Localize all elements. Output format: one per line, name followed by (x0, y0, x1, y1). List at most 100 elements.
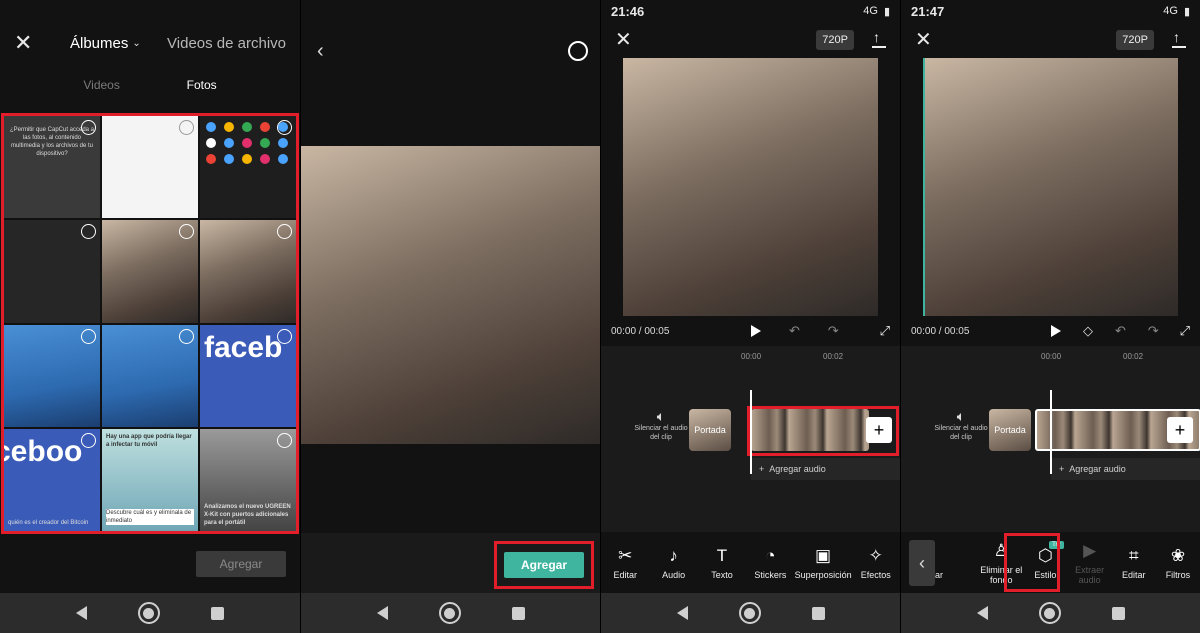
add-button[interactable]: Agregar (196, 551, 286, 577)
photo-grid: ¿Permitir que CapCut acceda a las fotos,… (1, 113, 299, 534)
select-circle-icon[interactable] (277, 432, 292, 448)
redo-icon[interactable]: ↷ (1148, 323, 1159, 339)
tool-texto[interactable]: T Texto (698, 545, 746, 580)
tool-extraer-audio[interactable]: ▶ Extraer audio (1068, 540, 1112, 585)
back-icon[interactable] (676, 606, 688, 620)
select-circle-icon[interactable] (81, 432, 96, 448)
play-icon[interactable] (751, 325, 761, 337)
export-icon[interactable] (872, 29, 886, 48)
photo-thumbnail[interactable] (4, 220, 100, 323)
filters-icon: ❀ (1170, 545, 1186, 565)
editor-top-bar: ✕ 720P (901, 22, 1200, 58)
close-icon[interactable]: ✕ (14, 32, 36, 54)
sticker-icon: ◔ (765, 545, 776, 565)
export-icon[interactable] (1172, 29, 1186, 48)
select-circle-icon[interactable] (568, 41, 588, 61)
resolution-selector[interactable]: 720P (1116, 30, 1154, 50)
status-icons: 4G ▮ (863, 5, 890, 18)
recents-icon[interactable] (1111, 606, 1125, 620)
mute-clip-audio[interactable]: 🔈︎ Silenciar el audio del clip (631, 408, 691, 442)
select-circle-icon[interactable] (81, 224, 96, 240)
tool-efectos[interactable]: ✧ Efectos (852, 546, 900, 580)
tool-editar[interactable]: ⌗ Editar (1112, 546, 1156, 580)
android-nav-bar (601, 593, 900, 633)
text-icon: T (716, 545, 728, 565)
playhead[interactable] (750, 390, 752, 474)
tick-label: 00:02 (823, 352, 844, 361)
photo-thumbnail[interactable] (200, 220, 296, 323)
home-icon[interactable] (738, 602, 761, 624)
tool-stickers[interactable]: ◔ Stickers (746, 545, 794, 580)
tool-audio[interactable]: ♪ Audio (649, 546, 697, 580)
select-circle-icon[interactable] (179, 224, 194, 240)
home-icon[interactable] (438, 602, 461, 624)
photo-thumbnail[interactable] (102, 116, 198, 219)
highlight-box (1004, 533, 1060, 592)
select-circle-icon[interactable] (81, 120, 96, 135)
redo-icon[interactable]: ↷ (828, 323, 839, 339)
photo-thumbnail[interactable]: faceb (200, 324, 296, 427)
highlight-box (747, 406, 899, 456)
cover-thumbnail[interactable]: Portada (689, 409, 731, 451)
select-circle-icon[interactable] (277, 328, 292, 344)
album-picker-screen: ✕ Álbumes ⌄ Videos de archivo Videos Fot… (0, 0, 300, 633)
back-icon[interactable] (75, 606, 87, 620)
back-icon[interactable] (976, 606, 988, 620)
photo-thumbnail[interactable] (200, 116, 296, 219)
add-audio-label: Agregar audio (1069, 464, 1126, 474)
photo-thumbnail[interactable] (102, 220, 198, 323)
recents-icon[interactable] (211, 606, 225, 620)
select-circle-icon[interactable] (277, 120, 292, 135)
undo-icon[interactable]: ↶ (1115, 323, 1126, 339)
thumb-text: Analizamos el nuevo UGREEN X-Kit con pue… (204, 504, 291, 526)
tool-editar[interactable]: ✂ Editar (601, 546, 649, 580)
home-icon[interactable] (137, 602, 160, 624)
photo-thumbnail[interactable]: Analizamos el nuevo UGREEN X-Kit con pue… (200, 428, 296, 531)
keyframe-icon[interactable]: ◇ (1083, 323, 1093, 339)
select-circle-icon[interactable] (277, 224, 292, 240)
recents-icon[interactable] (511, 606, 525, 620)
tab-videos[interactable]: Videos (83, 78, 119, 104)
select-circle-icon[interactable] (179, 328, 194, 344)
photo-thumbnail[interactable] (102, 324, 198, 427)
photo-thumbnail[interactable]: ceboo quién es el creador del Bitcoin (4, 428, 100, 531)
albums-dropdown[interactable]: Álbumes ⌄ (70, 35, 141, 52)
home-icon[interactable] (1038, 602, 1061, 624)
recents-icon[interactable] (811, 606, 825, 620)
network-label: 4G (863, 5, 878, 17)
select-circle-icon[interactable] (179, 120, 194, 135)
play-icon[interactable] (1051, 325, 1061, 337)
stock-videos-tab[interactable]: Videos de archivo (167, 35, 286, 52)
extract-audio-icon: ▶ (1083, 540, 1097, 560)
resolution-selector[interactable]: 720P (816, 30, 854, 50)
photo-thumbnail[interactable]: ¿Permitir que CapCut acceda a las fotos,… (4, 116, 100, 219)
back-arrow-icon[interactable]: ‹ (317, 40, 324, 63)
close-icon[interactable]: ✕ (615, 30, 637, 50)
android-nav-bar (901, 593, 1200, 633)
thumb-text: faceb (204, 330, 283, 364)
playhead[interactable] (1050, 390, 1052, 474)
undo-icon[interactable]: ↶ (789, 323, 800, 339)
mute-clip-audio[interactable]: 🔈︎ Silenciar el audio del clip (931, 409, 991, 442)
tool-cut-off[interactable]: ar (935, 547, 979, 580)
select-circle-icon[interactable] (81, 328, 96, 344)
back-icon[interactable] (376, 606, 388, 620)
clock: 21:46 (611, 3, 645, 19)
tab-fotos[interactable]: Fotos (187, 78, 217, 104)
add-clip-button[interactable]: + (1167, 417, 1193, 443)
close-icon[interactable]: ✕ (915, 30, 937, 50)
speaker-icon: 🔈︎ (656, 408, 666, 424)
fullscreen-icon[interactable]: ⤢ (880, 323, 890, 339)
cover-thumbnail[interactable]: Portada (989, 409, 1031, 451)
fullscreen-icon[interactable]: ⤢ (1180, 323, 1190, 339)
photo-thumbnail[interactable]: Hay una app que podría llegar a infectar… (102, 428, 198, 531)
collapse-toolbar-button[interactable]: ‹ (909, 540, 935, 586)
add-audio-track[interactable]: + Agregar audio (1051, 458, 1200, 480)
cover-label: Portada (694, 425, 726, 435)
tool-superposicion[interactable]: ▣ Superposición (795, 546, 852, 580)
add-audio-track[interactable]: + Agregar audio (751, 458, 900, 480)
tool-filtros[interactable]: ❀ Filtros (1156, 545, 1200, 580)
photo-thumbnail[interactable] (4, 324, 100, 427)
tool-label: ar (935, 569, 944, 580)
add-button[interactable]: Agregar (504, 552, 584, 578)
